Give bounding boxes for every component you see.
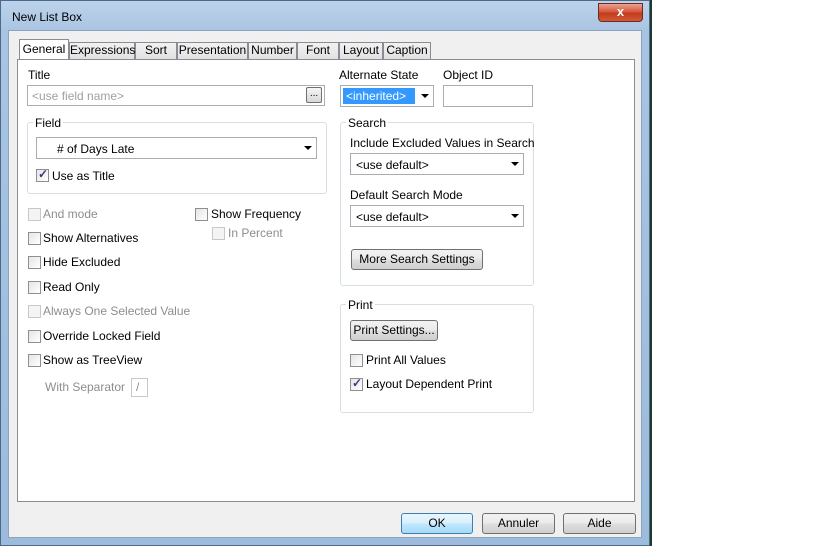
alternate-state-value: <inherited>	[343, 88, 415, 104]
window-shadow-edge	[650, 0, 652, 546]
tab-general[interactable]: General	[19, 39, 69, 60]
window-title: New List Box	[12, 10, 83, 24]
layout-dependent-print-checkbox[interactable]: ✓	[350, 376, 363, 391]
default-search-mode-value: <use default>	[356, 210, 429, 224]
check-icon: ✓	[38, 167, 49, 181]
show-as-treeview-label: Show as TreeView	[43, 353, 143, 367]
default-search-mode-label: Default Search Mode	[350, 188, 463, 202]
always-one-selected-label: Always One Selected Value	[43, 304, 191, 318]
include-excluded-label: Include Excluded Values in Search	[350, 136, 535, 150]
override-locked-label: Override Locked Field	[43, 329, 161, 343]
field-group-label: Field	[33, 116, 64, 130]
include-excluded-select[interactable]: <use default>	[350, 153, 524, 175]
object-id-label: Object ID	[443, 68, 494, 82]
chevron-down-icon	[511, 162, 519, 166]
always-one-selected-checkbox[interactable]	[28, 305, 41, 318]
show-alternatives-label: Show Alternatives	[43, 231, 139, 245]
read-only-checkbox[interactable]	[28, 281, 41, 294]
tab-presentation[interactable]: Presentation	[177, 42, 248, 59]
cancel-button[interactable]: Annuler	[482, 513, 555, 534]
tab-font[interactable]: Font	[297, 42, 339, 59]
in-percent-checkbox[interactable]	[212, 227, 225, 240]
title-label: Title	[28, 68, 51, 82]
tab-number[interactable]: Number	[248, 42, 297, 59]
alternate-state-select[interactable]: <inherited>	[340, 85, 434, 107]
object-id-input[interactable]	[443, 85, 533, 107]
ok-button[interactable]: OK	[401, 513, 473, 534]
chevron-down-icon	[511, 214, 519, 218]
print-all-values-checkbox[interactable]	[350, 354, 363, 367]
default-search-mode-select[interactable]: <use default>	[350, 205, 524, 227]
show-frequency-label: Show Frequency	[211, 207, 302, 221]
tab-sort[interactable]: Sort	[135, 42, 177, 59]
search-group-label: Search	[346, 116, 389, 130]
layout-dependent-print-label: Layout Dependent Print	[366, 377, 493, 391]
chevron-down-icon	[304, 146, 312, 150]
close-button[interactable]: x	[598, 3, 643, 22]
title-input[interactable]: <use field name>	[27, 85, 325, 106]
close-icon: x	[616, 4, 625, 19]
title-expression-button[interactable]: ...	[306, 87, 322, 103]
in-percent-label: In Percent	[228, 226, 283, 240]
field-select[interactable]: # of Days Late	[36, 137, 317, 159]
chevron-down-icon	[421, 94, 429, 98]
and-mode-checkbox[interactable]	[28, 208, 41, 221]
override-locked-checkbox[interactable]	[28, 330, 41, 343]
show-as-treeview-checkbox[interactable]	[28, 354, 41, 367]
tab-layout[interactable]: Layout	[339, 42, 383, 59]
use-as-title-label: Use as Title	[52, 169, 115, 183]
hide-excluded-label: Hide Excluded	[43, 255, 121, 269]
tab-expressions[interactable]: Expressions	[69, 42, 135, 59]
field-value: # of Days Late	[57, 142, 135, 156]
check-icon: ✓	[352, 376, 363, 390]
show-alternatives-checkbox[interactable]	[28, 232, 41, 245]
alternate-state-label: Alternate State	[339, 68, 419, 82]
show-frequency-checkbox[interactable]	[195, 208, 208, 221]
read-only-label: Read Only	[43, 280, 100, 294]
include-excluded-value: <use default>	[356, 158, 429, 172]
print-all-values-label: Print All Values	[366, 353, 446, 367]
tab-caption[interactable]: Caption	[383, 42, 431, 59]
print-group-label: Print	[346, 298, 375, 312]
with-separator-label: With Separator	[45, 380, 126, 394]
hide-excluded-checkbox[interactable]	[28, 256, 41, 269]
more-search-settings-button[interactable]: More Search Settings	[351, 249, 483, 270]
separator-input[interactable]: /	[131, 378, 148, 397]
help-button[interactable]: Aide	[563, 513, 636, 534]
use-as-title-checkbox[interactable]: ✓	[36, 167, 49, 182]
and-mode-label: And mode	[43, 207, 98, 221]
print-settings-button[interactable]: Print Settings...	[350, 320, 438, 341]
